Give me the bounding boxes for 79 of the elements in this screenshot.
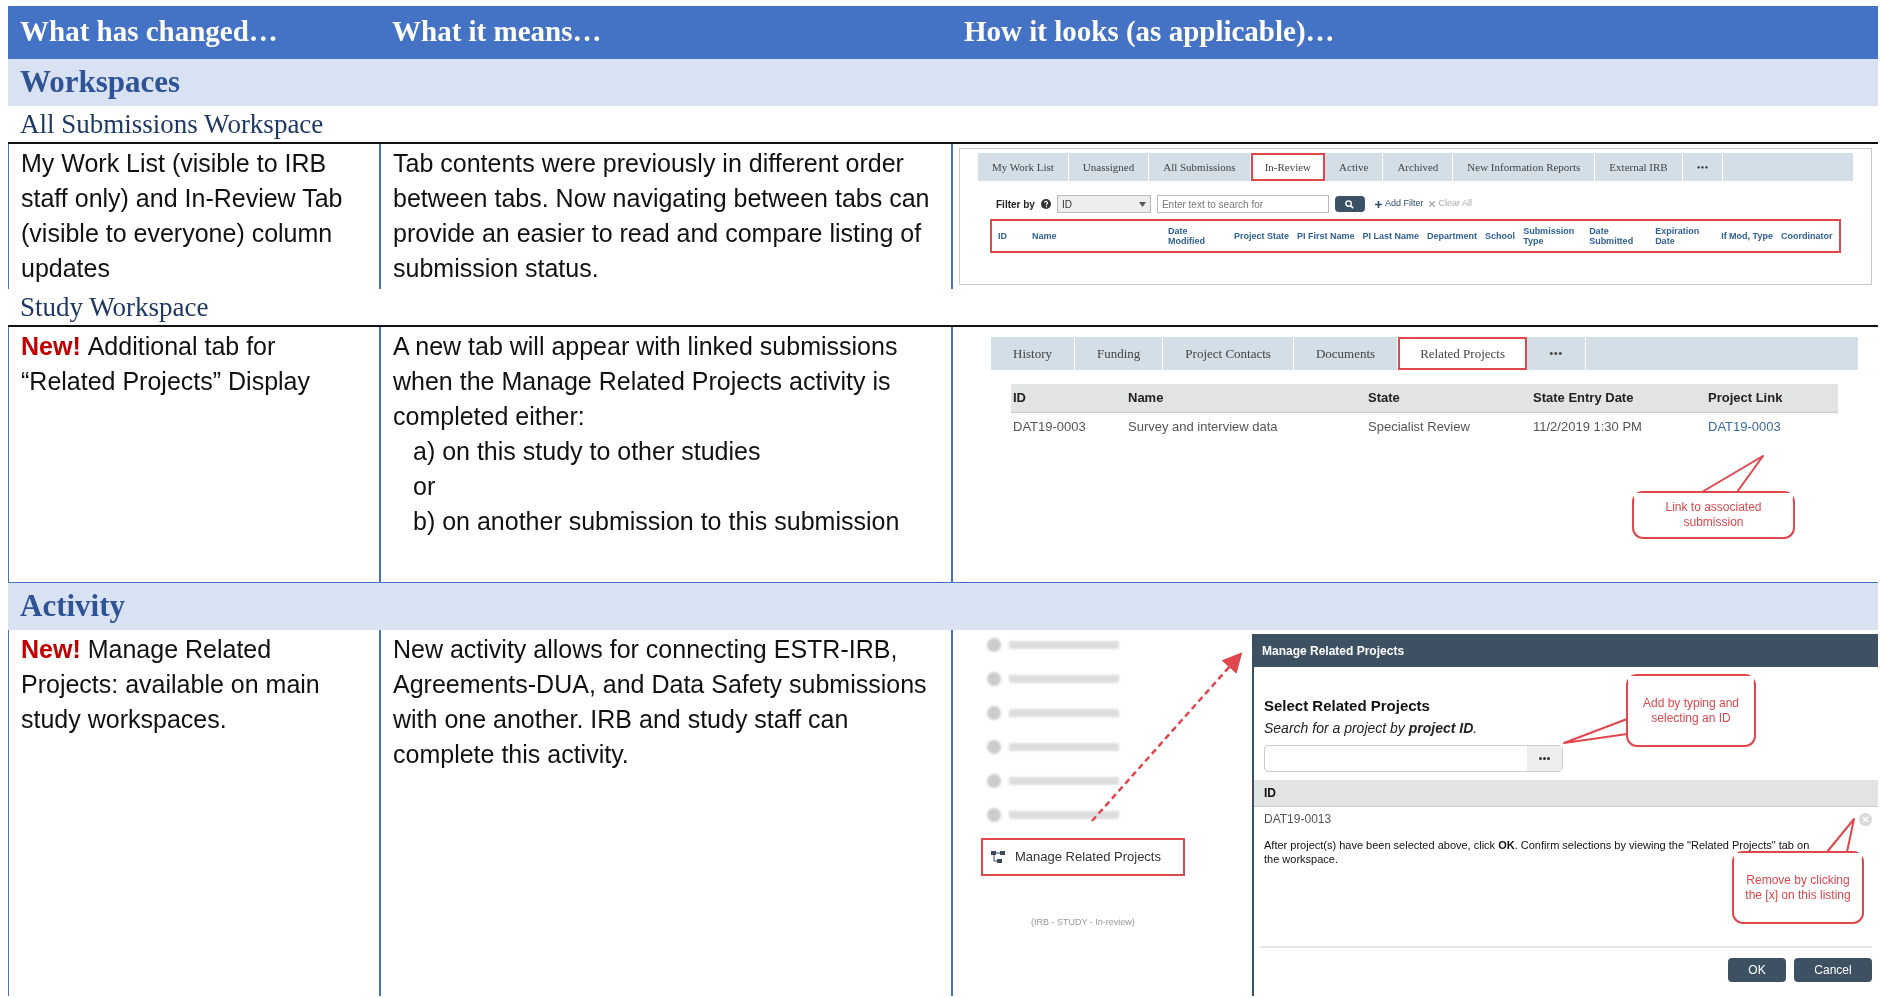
section-heading: Workspaces <box>19 63 181 102</box>
column-header[interactable]: Expiration Date <box>1655 226 1714 246</box>
table-cell-text: DAT19-0013 <box>1264 811 1332 828</box>
tab[interactable]: Active <box>1325 153 1384 181</box>
column-header[interactable]: School <box>1485 231 1516 241</box>
column-header[interactable]: Submission Type <box>1523 226 1582 246</box>
tab[interactable]: Related Projects <box>1398 337 1527 370</box>
search-button[interactable] <box>1334 196 1365 212</box>
description-text: Tab contents were previously in different order between tabs. Now navigating between tabs can provide an easier to read and compare listing of submission status. <box>393 148 931 284</box>
table-header: ID <box>1254 779 1878 806</box>
column-header[interactable]: PI Last Name <box>1362 231 1420 241</box>
tab[interactable]: Archived <box>1383 153 1454 181</box>
close-icon <box>1429 201 1436 207</box>
column-header[interactable]: PI First Name <box>1297 231 1355 241</box>
search-icon <box>1345 199 1355 209</box>
column-header[interactable]: Date Submitted <box>1589 226 1648 246</box>
tab[interactable]: History <box>991 337 1075 370</box>
browse-button[interactable] <box>1527 745 1562 771</box>
footer-text: (IRB - STUDY - In-review) <box>1031 916 1135 929</box>
description-text: A new tab will appear with linked submissions when the Manage Related Projects activity is completed either: <box>393 331 899 432</box>
column-header: State Entry Date <box>1533 389 1635 408</box>
description-text: b) on another submission to this submission <box>412 506 901 537</box>
help-icon <box>1040 199 1051 209</box>
ellipsis-icon <box>1539 756 1550 760</box>
column-header: State <box>1368 389 1401 408</box>
tab[interactable]: Project Contacts <box>1163 337 1294 370</box>
description-text: a) on this study to other studies <box>412 436 762 467</box>
callout: Link to associated submission <box>1632 455 1795 539</box>
tab[interactable]: All Submissions <box>1149 153 1251 181</box>
table-cell-text: 11/2/2019 1:30 PM <box>1533 417 1643 436</box>
table-cell-text: Survey and interview data <box>1128 417 1279 436</box>
column-header[interactable]: Date Modified <box>1168 226 1226 246</box>
column-header[interactable]: Coordinator <box>1780 231 1833 241</box>
tab[interactable]: My Work List <box>978 153 1069 181</box>
column-heading: What it means… <box>391 14 603 50</box>
column-header[interactable]: Department <box>1427 231 1478 241</box>
tab[interactable]: In-Review <box>1250 153 1326 181</box>
section-heading: Activity <box>19 587 126 626</box>
column-heading: How it looks (as applicable)… <box>963 14 1336 50</box>
subsection-heading: All Submissions Workspace <box>19 107 324 141</box>
change-description: New! Additional tab for “Related Projects” Display <box>21 332 310 395</box>
section-heading: Select Related Projects <box>1264 696 1430 716</box>
tab[interactable]: Funding <box>1075 337 1164 370</box>
project-link[interactable]: DAT19-0003 <box>1708 416 1836 437</box>
project-search-field[interactable] <box>1264 744 1563 772</box>
tab[interactable]: New Information Reports <box>1453 153 1596 181</box>
menu-item[interactable]: Manage Related Projects <box>981 838 1185 876</box>
subsection-heading: Study Workspace <box>19 290 209 324</box>
tab[interactable]: Unassigned <box>1068 153 1150 181</box>
ok-button[interactable]: OK <box>1728 957 1786 982</box>
table-cell-text: DAT19-0003 <box>1013 417 1087 436</box>
cancel-button[interactable]: Cancel <box>1794 957 1872 982</box>
hierarchy-icon <box>991 851 1005 863</box>
tab[interactable]: ••• <box>1682 153 1724 181</box>
search-field[interactable]: Enter text to search for <box>1156 195 1329 213</box>
plus-icon <box>1374 200 1382 208</box>
column-heading: What has changed… <box>19 14 279 50</box>
hint-text: Search for a project by project ID. <box>1264 718 1478 738</box>
instruction-text: After project(s) have been selected above, click OK. Confirm selections by viewing the "Related Projects" tab on the workspace. <box>1263 837 1811 866</box>
change-description: My Work List (visible to IRB staff only) and In-Review Tab (visible to everyone) column updates <box>21 149 343 282</box>
caret-icon <box>1138 201 1146 207</box>
change-description: New! Manage Related Projects: available on main study workspaces. <box>21 635 320 733</box>
filter-dropdown[interactable]: ID <box>1056 195 1151 213</box>
filter-label: Filter by <box>996 197 1035 212</box>
column-header: Name <box>1128 389 1165 408</box>
column-header[interactable]: Project State <box>1234 231 1290 241</box>
callout: Add by typing and selecting an ID <box>1563 674 1756 747</box>
dialog-title: Manage Related Projects <box>1254 634 1878 667</box>
table-cell-text: Specialist Review <box>1368 417 1471 436</box>
column-header[interactable]: ID <box>998 231 1024 241</box>
tab[interactable]: External IRB <box>1595 153 1683 181</box>
column-header: Project Link <box>1708 389 1784 408</box>
description-text: New activity allows for connecting ESTR-IRB, Agreements-DUA, and Data Safety submissions with one another. IRB and study staff can complete this activity. <box>393 634 928 770</box>
column-header: ID <box>1013 389 1027 408</box>
add-filter-link[interactable]: Add Filter <box>1384 197 1424 211</box>
column-header[interactable]: If Mod, Type <box>1721 231 1773 241</box>
column-header[interactable]: Name <box>1032 231 1160 241</box>
tab[interactable]: ••• <box>1527 337 1586 370</box>
description-text: or <box>412 471 437 502</box>
